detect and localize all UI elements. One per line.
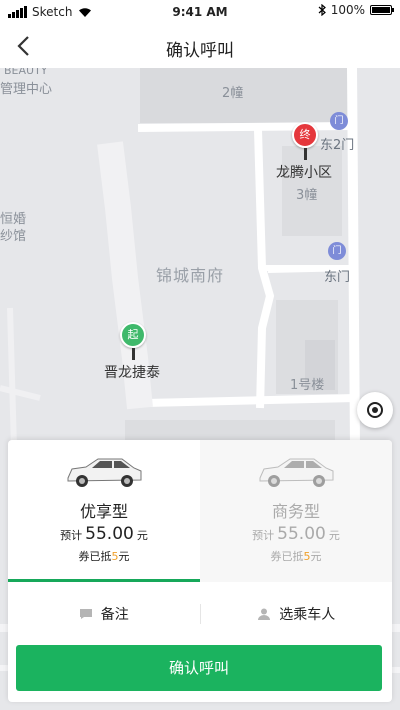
car-type-tabs: 优享型 预计 55.00 元 券已抵5元 商务型 预计 55.00 元 券已抵5元 (8, 440, 392, 582)
map-label-management-center: 管理中心 (0, 82, 53, 97)
wifi-icon (79, 7, 92, 17)
battery-percent: 100% (330, 3, 365, 17)
origin-pin-label: 起 (120, 322, 146, 348)
destination-pin-label: 终 (292, 122, 318, 148)
locate-me-button[interactable] (357, 392, 393, 428)
map-label-jincheng-nanfu: 锦城南府 (156, 266, 225, 285)
note-button[interactable]: 备注 (8, 604, 200, 624)
carrier-name: Sketch (32, 5, 73, 19)
locate-icon (367, 402, 383, 418)
select-passenger-button[interactable]: 选乘车人 (199, 604, 393, 624)
gate-marker-icon: 门 (330, 112, 348, 130)
car-option-price: 预计 55.00 元 (60, 524, 148, 544)
note-label: 备注 (100, 607, 129, 623)
passenger-label: 选乘车人 (279, 607, 336, 623)
status-bar: Sketch 9:41 AM 100% (0, 0, 400, 24)
map-label-wedding-2: 纱馆 (0, 229, 27, 244)
ride-extra-options: 备注 选乘车人 (8, 594, 392, 634)
confirm-call-button[interactable]: 确认呼叫 (16, 645, 382, 691)
comment-icon (79, 609, 92, 619)
map-label-longteng-community: 龙腾小区 (276, 165, 332, 181)
car-option-discount: 券已抵5元 (78, 550, 130, 563)
car-icon (259, 458, 334, 487)
gate-marker-icon: 门 (328, 242, 346, 260)
battery-icon (370, 5, 394, 15)
map-label-east-gate-2: 东2门 (320, 138, 355, 153)
page-title: 确认呼叫 (166, 41, 234, 61)
signal-icon (8, 6, 27, 18)
map-label-building-2: 2幢 (222, 86, 244, 101)
map-label-beauty: BEAUTY (4, 68, 48, 77)
back-button[interactable] (12, 30, 44, 62)
chevron-left-icon (17, 36, 29, 56)
car-option-business[interactable]: 商务型 预计 55.00 元 券已抵5元 (200, 440, 392, 582)
destination-pin-icon[interactable]: 终 (292, 122, 318, 160)
car-option-name: 商务型 (271, 502, 320, 521)
origin-pin-icon[interactable]: 起 (120, 322, 146, 360)
car-option-premium[interactable]: 优享型 预计 55.00 元 券已抵5元 (8, 440, 200, 582)
map-label-east-gate: 东门 (324, 270, 351, 285)
car-icon (67, 458, 142, 487)
car-option-price: 预计 55.00 元 (252, 524, 340, 544)
map-label-jinlong-jietai: 晋龙捷泰 (104, 365, 160, 381)
car-option-name: 优享型 (79, 502, 128, 521)
map-label-building-3: 3幢 (296, 188, 318, 203)
selected-tab-indicator (8, 579, 200, 582)
ride-options-sheet: 优享型 预计 55.00 元 券已抵5元 商务型 预计 55.00 元 券已抵5元 备注… (8, 440, 392, 702)
car-option-discount: 券已抵5元 (270, 550, 322, 563)
map-label-building-no1: 1号楼 (290, 378, 325, 393)
person-icon (258, 608, 271, 620)
bluetooth-icon (318, 4, 326, 16)
nav-bar: 确认呼叫 (0, 24, 400, 68)
